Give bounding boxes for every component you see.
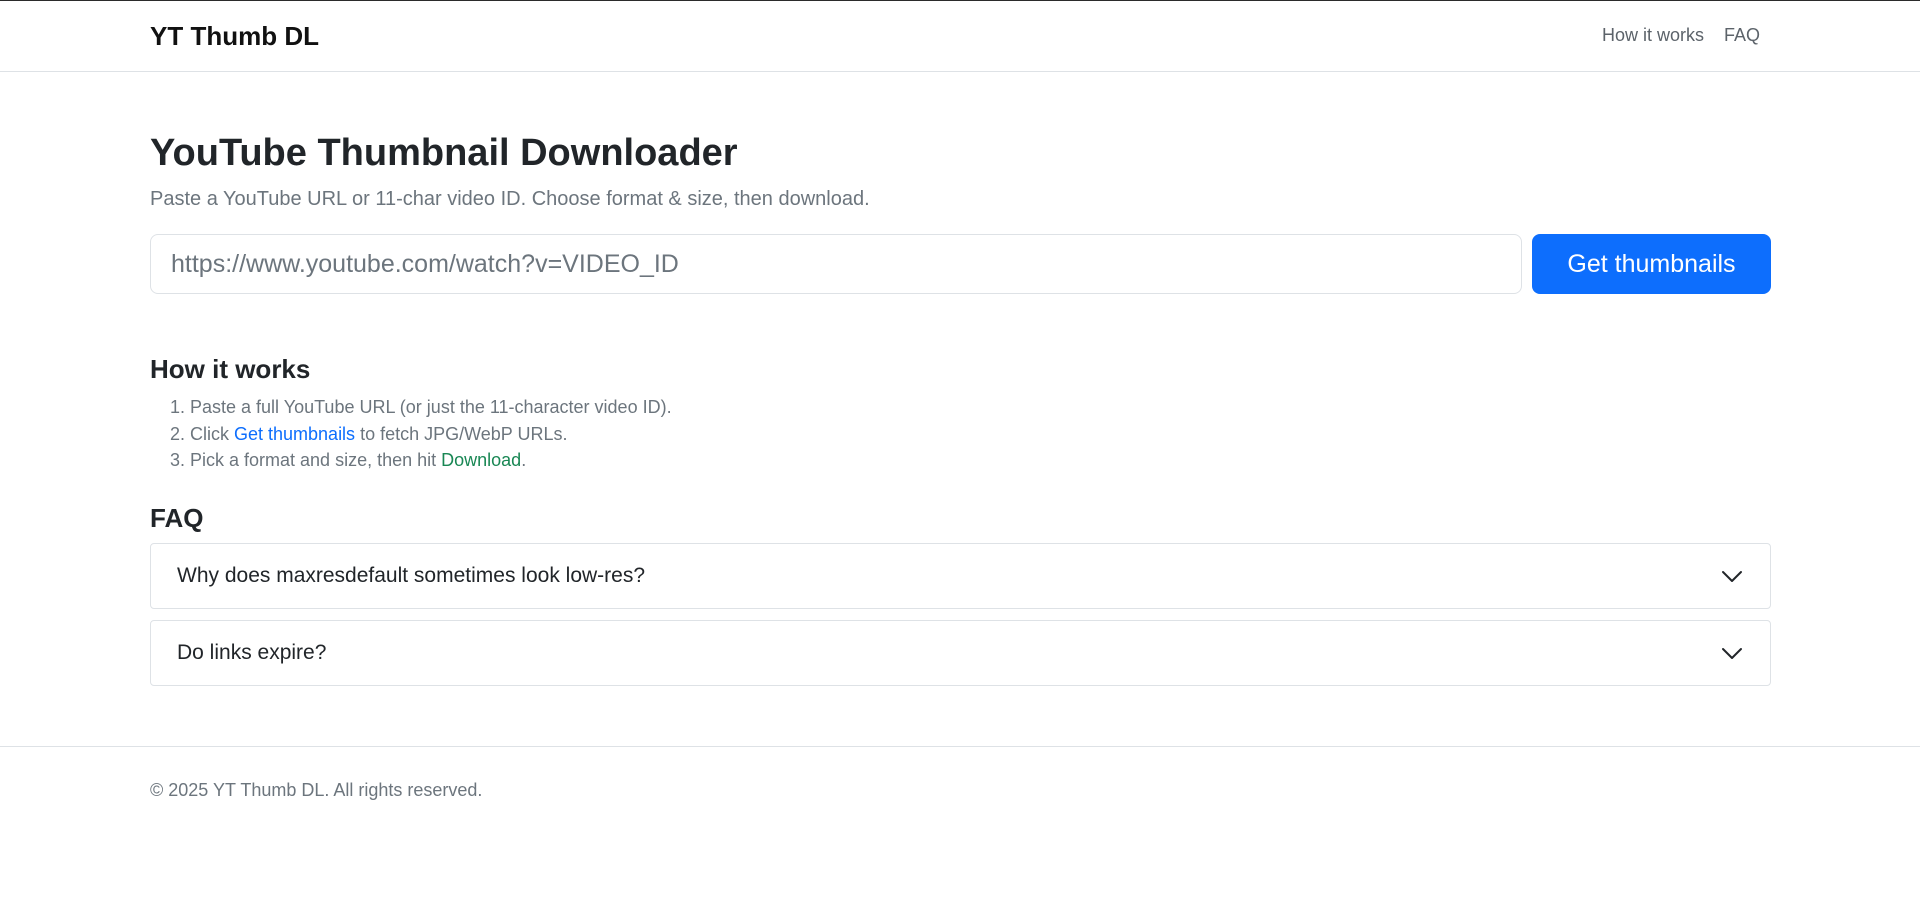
how-it-works-heading: How it works xyxy=(150,354,311,384)
faq-heading: FAQ xyxy=(150,503,204,533)
url-input[interactable] xyxy=(150,234,1522,294)
footer: © 2025 YT Thumb DL. All rights reserved. xyxy=(0,746,1920,912)
get-thumbnails-link[interactable]: Get thumbnails xyxy=(234,424,355,444)
nav-link-faq[interactable]: FAQ xyxy=(1724,25,1760,46)
step-item: 3. Pick a format and size, then hit Downl… xyxy=(170,447,672,474)
download-link[interactable]: Download xyxy=(441,450,521,470)
nav-links: How it works FAQ xyxy=(1602,25,1760,46)
chevron-down-icon xyxy=(1720,564,1744,588)
step-number: 2. xyxy=(170,423,186,444)
step-text: . xyxy=(521,450,527,470)
nav-link-how-it-works[interactable]: How it works xyxy=(1602,25,1704,46)
faq-item-maxresdefault[interactable]: Why does maxresdefault sometimes look lo… xyxy=(150,543,1771,609)
brand-logo-link[interactable]: YT Thumb DL xyxy=(150,21,319,52)
step-text: Click xyxy=(190,423,234,444)
step-number: 1. xyxy=(170,397,186,417)
step-text: to fetch JPG/WebP URLs. xyxy=(355,423,568,444)
step-text: Paste a full YouTube URL (or just the 11… xyxy=(190,397,672,417)
copyright-text: © 2025 YT Thumb DL. All rights reserved. xyxy=(150,780,483,800)
page-subtitle: Paste a YouTube URL or 11-char video ID.… xyxy=(150,188,870,210)
faq-item-links-expire[interactable]: Do links expire? xyxy=(150,620,1771,686)
navbar: YT Thumb DL How it works FAQ xyxy=(0,1,1920,72)
get-thumbnails-button[interactable]: Get thumbnails xyxy=(1532,234,1771,294)
chevron-down-icon xyxy=(1720,641,1744,665)
search-form: Get thumbnails xyxy=(150,234,1771,294)
faq-question: Why does maxresdefault sometimes look lo… xyxy=(177,564,646,587)
page-title: YouTube Thumbnail Downloader xyxy=(150,132,738,174)
faq-question: Do links expire? xyxy=(177,641,327,664)
step-number: 3. xyxy=(170,450,186,470)
step-item: 2. Click Get thumbnails to fetch JPG/WebP… xyxy=(170,421,672,448)
step-text: Pick a format and size, then hit xyxy=(190,450,442,470)
step-item: 1. Paste a full YouTube URL (or just the … xyxy=(170,394,672,421)
how-it-works-steps: 1. Paste a full YouTube URL (or just the … xyxy=(150,394,672,474)
